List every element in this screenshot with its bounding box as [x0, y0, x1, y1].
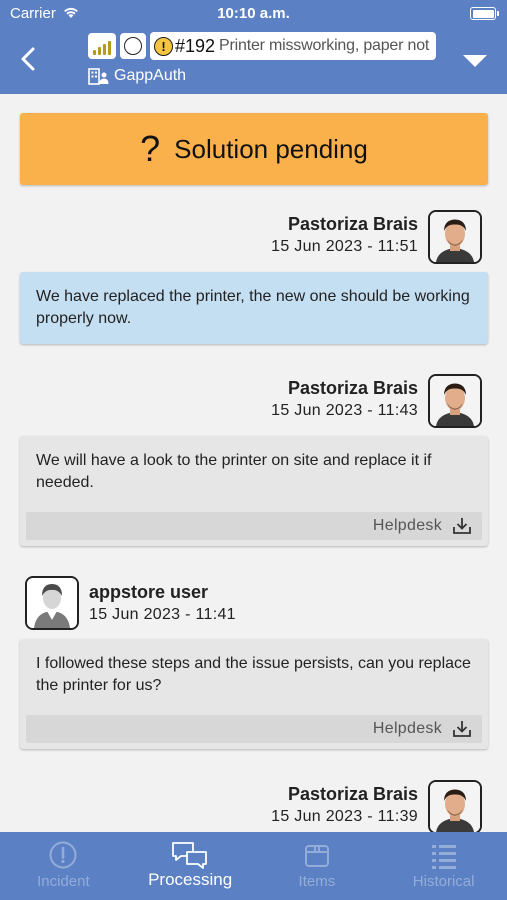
tab-historical[interactable]: Historical — [380, 832, 507, 900]
tab-label: Processing — [148, 870, 233, 889]
default-user-icon — [27, 578, 77, 628]
message-bubble: We will have a look to the printer on si… — [20, 436, 488, 546]
message-date: 15 Jun 2023 - 11:43 — [271, 402, 418, 419]
battery-icon — [470, 7, 499, 20]
message-text: We have replaced the printer, the new on… — [36, 288, 470, 327]
tab-items[interactable]: Items — [254, 832, 381, 900]
building-icon — [88, 68, 109, 85]
message-date: 15 Jun 2023 - 11:51 — [271, 238, 418, 255]
author-name: Pastoriza Brais — [287, 784, 418, 804]
tab-bar: Incident Processing Items Historical — [0, 832, 507, 900]
ticket-summary: ! #192 Printer missworking, paper not — [88, 32, 436, 60]
message-header: Pastoriza Brais 15 Jun 2023 - 11:43 — [182, 374, 482, 430]
empty-circle-icon — [120, 33, 146, 59]
message-bubble: We have replaced the printer, the new on… — [20, 272, 488, 344]
message-text: I followed these steps and the issue per… — [36, 655, 471, 694]
author-name: Pastoriza Brais — [287, 378, 418, 398]
avatar — [428, 210, 482, 264]
download-icon[interactable] — [452, 720, 472, 738]
organization-row: GappAuth — [88, 66, 186, 86]
attachment-label: Helpdesk — [372, 720, 442, 737]
list-icon — [429, 840, 459, 875]
avatar — [25, 576, 79, 630]
author-name: appstore user — [89, 582, 209, 602]
message-bubble: I followed these steps and the issue per… — [20, 639, 488, 749]
header-bar: Carrier 10:10 a.m. ! #192 Printer misswo… — [0, 0, 507, 94]
dropdown-chevron-icon — [463, 55, 487, 67]
question-mark-icon: ? — [140, 128, 161, 169]
message-header: Pastoriza Brais 15 Jun 2023 - 11:51 — [182, 210, 482, 266]
avatar — [428, 374, 482, 428]
box-icon — [302, 840, 332, 875]
person-photo-icon — [430, 376, 480, 426]
person-photo-icon — [430, 782, 480, 832]
tab-label: Incident — [37, 873, 90, 890]
ticket-title: Printer missworking, paper not — [219, 37, 430, 54]
dropdown-button[interactable] — [461, 52, 489, 70]
status-bar: Carrier 10:10 a.m. — [0, 0, 507, 28]
author-name: Pastoriza Brais — [287, 214, 418, 234]
clock: 10:10 a.m. — [217, 5, 290, 22]
status-text: Solution pending — [174, 133, 368, 164]
back-chevron-icon — [21, 47, 35, 71]
attachment-bar[interactable]: Helpdesk — [26, 715, 482, 743]
message-date: 15 Jun 2023 - 11:41 — [89, 606, 236, 623]
attachment-label: Helpdesk — [372, 517, 442, 534]
back-button[interactable] — [14, 44, 44, 74]
message-header: Pastoriza Brais 15 Jun 2023 - 11:39 — [182, 780, 482, 832]
tab-label: Historical — [412, 873, 475, 890]
exclamation-circle-icon: ! — [154, 36, 173, 56]
avatar — [428, 780, 482, 832]
tab-incident[interactable]: Incident — [0, 832, 127, 900]
message-text: We will have a look to the printer on si… — [36, 452, 432, 491]
download-icon[interactable] — [452, 517, 472, 535]
message-header: appstore user 15 Jun 2023 - 11:41 — [25, 576, 325, 632]
organization-name: GappAuth — [114, 67, 187, 84]
person-photo-icon — [430, 212, 480, 262]
tab-label: Items — [298, 873, 336, 890]
ticket-number: #192 — [175, 35, 216, 56]
ticket-title-field[interactable]: ! #192 Printer missworking, paper not — [150, 32, 436, 60]
exclamation-circle-icon — [48, 840, 78, 875]
signal-bars-icon — [88, 33, 116, 59]
message-date: 15 Jun 2023 - 11:39 — [271, 808, 418, 825]
attachment-bar[interactable]: Helpdesk — [26, 512, 482, 540]
solution-status-banner: ? Solution pending — [20, 113, 488, 185]
conversation-feed[interactable]: ? Solution pending Pastoriza Brais 15 Ju… — [0, 94, 507, 832]
tab-processing[interactable]: Processing — [127, 832, 254, 900]
